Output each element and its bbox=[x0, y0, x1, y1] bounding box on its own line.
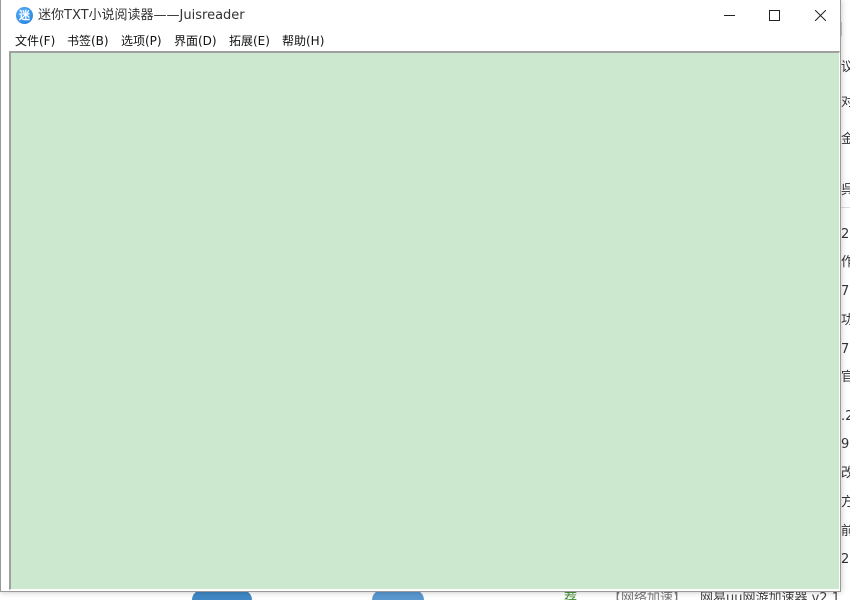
menu-help[interactable]: 帮助(H) bbox=[282, 33, 324, 49]
menu-options[interactable]: 选项(P) bbox=[121, 33, 162, 49]
close-button[interactable] bbox=[797, 0, 843, 31]
minimize-button[interactable] bbox=[706, 0, 752, 31]
background-text: .2 bbox=[841, 409, 850, 424]
background-text: 改 bbox=[841, 466, 850, 481]
minimize-icon bbox=[724, 15, 735, 16]
title-bar[interactable]: 迷 迷你TXT小说阅读器——Juisreader bbox=[1, 0, 840, 31]
menu-interface[interactable]: 界面(D) bbox=[174, 33, 217, 49]
menu-extensions[interactable]: 拓展(E) bbox=[229, 33, 270, 49]
desktop: 议 对 金 呉 2 作 73 功 75 官 .2 9 改 方 前 2 荐 【网络… bbox=[0, 0, 850, 600]
background-text: 方 bbox=[841, 495, 850, 510]
background-text: 前 bbox=[841, 524, 850, 539]
background-text: 73 bbox=[841, 284, 850, 299]
background-text: 【网络加速】 bbox=[608, 591, 687, 600]
background-badge: 荐 bbox=[564, 591, 578, 600]
maximize-button[interactable] bbox=[751, 0, 797, 31]
background-text: 功 bbox=[841, 313, 850, 328]
menu-bar: 文件(F) 书签(B) 选项(P) 界面(D) 拓展(E) 帮助(H) bbox=[1, 31, 840, 51]
background-text: 作 bbox=[841, 255, 850, 270]
background-text: 2 bbox=[841, 227, 850, 242]
app-logo-icon: 迷 bbox=[16, 7, 33, 24]
background-text: 网易uu网游加速器 v2.1 bbox=[700, 591, 840, 600]
reading-area[interactable] bbox=[9, 51, 840, 590]
background-text: 9 bbox=[841, 437, 850, 452]
background-text: 呉 bbox=[841, 183, 850, 198]
close-icon bbox=[815, 10, 826, 21]
menu-file[interactable]: 文件(F) bbox=[15, 33, 55, 49]
maximize-icon bbox=[769, 10, 780, 21]
background-divider bbox=[841, 207, 850, 208]
background-text: 官 bbox=[841, 370, 850, 385]
menu-bookmarks[interactable]: 书签(B) bbox=[67, 33, 109, 49]
background-window-right: 议 对 金 呉 2 作 73 功 75 官 .2 9 改 方 前 2 bbox=[841, 0, 850, 600]
background-text: 议 bbox=[841, 60, 850, 75]
background-text: 2 bbox=[841, 552, 850, 567]
reader-window: 迷 迷你TXT小说阅读器——Juisreader 文件(F) 书签(B) 选项(… bbox=[0, 0, 841, 592]
window-title: 迷你TXT小说阅读器——Juisreader bbox=[38, 8, 245, 23]
background-text: 对 bbox=[841, 95, 850, 110]
background-text: 75 bbox=[841, 342, 850, 357]
background-text: 金 bbox=[841, 132, 850, 147]
